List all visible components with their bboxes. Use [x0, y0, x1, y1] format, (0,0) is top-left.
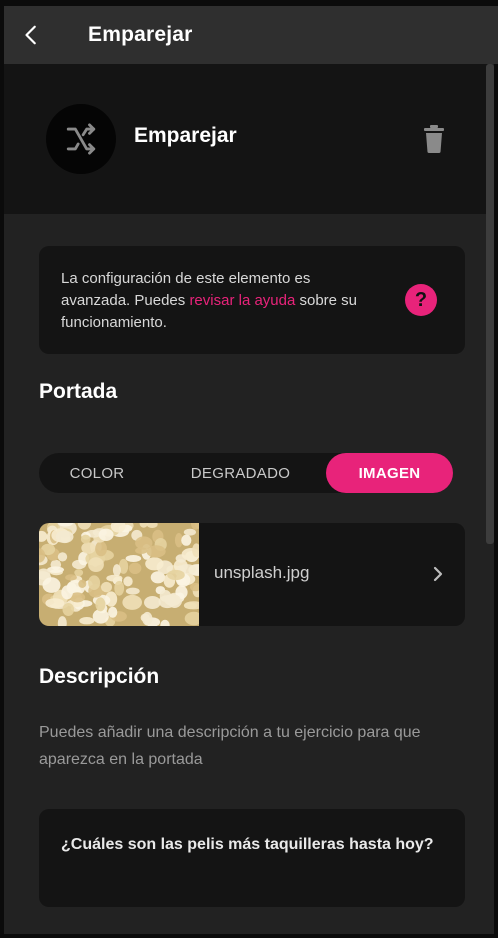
tab-color[interactable]: COLOR: [39, 453, 155, 493]
advanced-config-notice: La configuración de este elemento es ava…: [39, 246, 465, 354]
help-icon[interactable]: ?: [405, 284, 437, 316]
cover-image-file[interactable]: unsplash.jpg: [39, 523, 465, 626]
notice-text: La configuración de este elemento es ava…: [61, 268, 381, 334]
help-link[interactable]: revisar la ayuda: [189, 292, 295, 309]
app-header: Emparejar: [4, 6, 498, 64]
element-hero: Emparejar: [4, 64, 488, 214]
tab-imagen[interactable]: IMAGEN: [326, 453, 453, 493]
chevron-right-icon: [433, 566, 443, 582]
shuffle-icon: [66, 123, 96, 155]
file-name: unsplash.jpg: [214, 563, 310, 582]
description-help-text: Puedes añadir una descripción a tu ejerc…: [39, 724, 421, 768]
cover-section-title: Portada: [39, 380, 118, 403]
settings-panel[interactable]: Emparejar La configuración de este eleme…: [4, 64, 494, 934]
element-avatar: [46, 104, 116, 174]
element-title: Emparejar: [134, 124, 237, 147]
description-section-title: Descripción: [39, 665, 160, 688]
tab-degradado[interactable]: DEGRADADO: [155, 453, 326, 493]
page-title: Emparejar: [88, 23, 193, 46]
back-button[interactable]: [4, 6, 60, 64]
chevron-left-icon: [25, 25, 36, 45]
image-thumbnail: [39, 523, 199, 626]
description-value: ¿Cuáles son las pelis más taquilleras ha…: [61, 836, 434, 853]
scrollbar[interactable]: [486, 64, 494, 544]
cover-type-tabs: COLOR DEGRADADO IMAGEN: [39, 453, 453, 493]
description-field[interactable]: ¿Cuáles son las pelis más taquilleras ha…: [39, 809, 465, 907]
trash-icon[interactable]: [422, 124, 446, 154]
